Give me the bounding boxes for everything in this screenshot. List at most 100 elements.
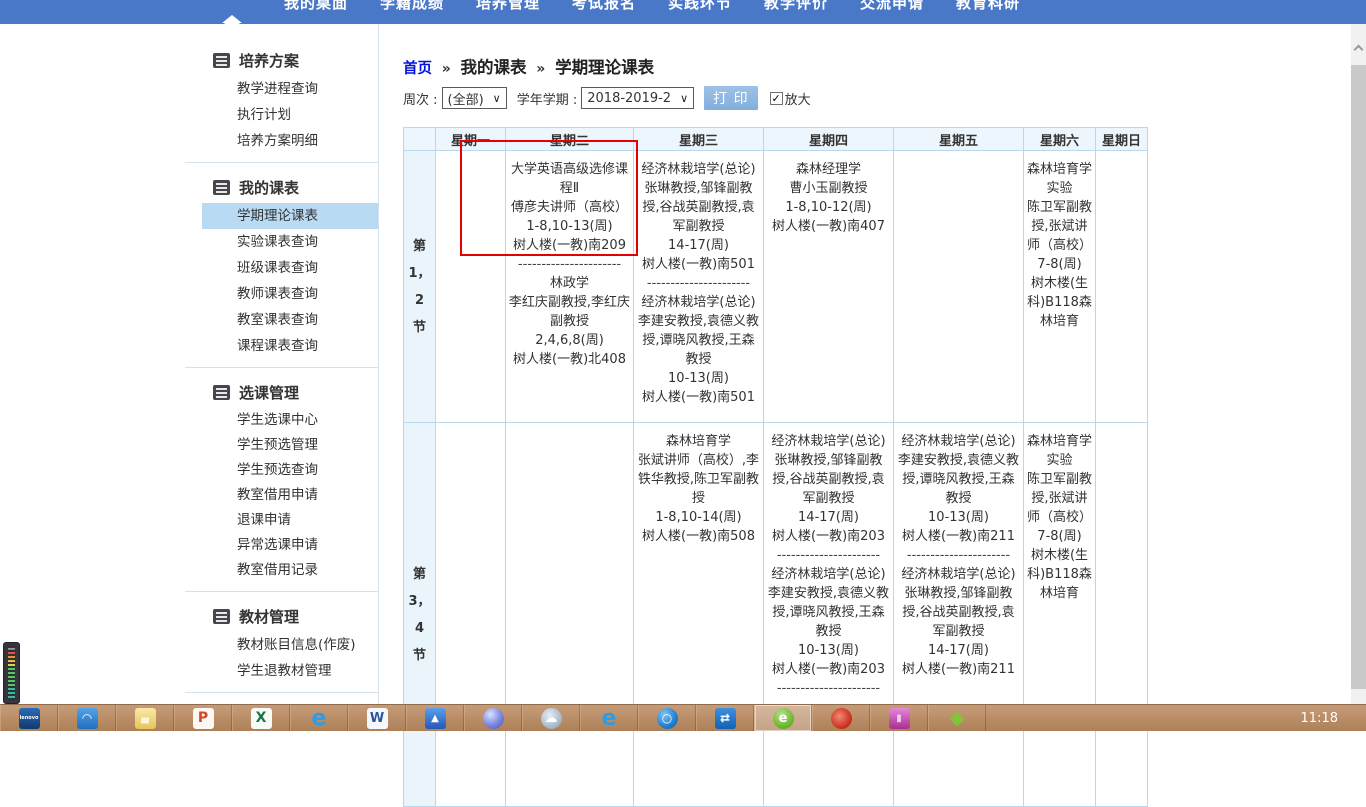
course-room: 树人楼(一教)南203 (766, 660, 891, 679)
taskbar-button-teamviewer[interactable]: ⇄ (696, 705, 754, 731)
sidebar-section-label: 培养方案 (239, 50, 299, 71)
sidebar-section-title[interactable]: 培养方案 (180, 44, 378, 76)
period-label-line: 3，4 (404, 588, 435, 642)
schedule-cell (1096, 423, 1148, 807)
taskbar-button-qq-browser[interactable]: ○ (638, 705, 696, 731)
sidebar-item-培养方案明细[interactable]: 培养方案明细 (180, 128, 378, 154)
sidebar-item-学生退教材管理[interactable]: 学生退教材管理 (180, 658, 378, 684)
course-divider: ---------------------- (636, 274, 761, 293)
taskbar-button-remote-tool[interactable]: ◠ (58, 705, 116, 731)
course-weeks: 10-13(周) (636, 369, 761, 388)
course-room: 树人楼(一教)南209 (508, 236, 631, 255)
schedule-cell: 经济林栽培学(总论)李建安教授,袁德义教授,谭晓风教授,王森教授10-13(周)… (894, 423, 1024, 807)
sidebar-section: 选课管理学生选课中心学生预选管理学生预选查询教室借用申请退课申请异常选课申请教室… (180, 376, 378, 583)
day-header-星期五: 星期五 (894, 128, 1024, 151)
sidebar-section-title[interactable]: 选课管理 (180, 376, 378, 408)
sidebar-item-学生预选管理[interactable]: 学生预选管理 (180, 433, 378, 458)
photos-icon: ▲ (425, 708, 446, 729)
taskbar-button-file-explorer[interactable]: ▄ (116, 705, 174, 731)
taskbar-button-lenovo[interactable]: lenovo (0, 705, 58, 731)
notebook-icon (213, 385, 230, 400)
week-select[interactable]: (全部) ∨ (442, 87, 507, 109)
sidebar-item-学期理论课表[interactable]: 学期理论课表 (202, 203, 378, 229)
period-label-line: 第 (404, 561, 435, 588)
notebook-icon (213, 180, 230, 195)
course-weeks: 14-17(周) (636, 236, 761, 255)
sidebar-item-实验课表查询[interactable]: 实验课表查询 (180, 229, 378, 255)
course-block: 经济林栽培学(总论)李建安教授,袁德义教授,谭晓风教授,王森教授10-13(周)… (636, 293, 761, 407)
sidebar-item-教室借用记录[interactable]: 教室借用记录 (180, 558, 378, 583)
sidebar-item-执行计划[interactable]: 执行计划 (180, 102, 378, 128)
course-block: 森林培育学张斌讲师（高校）,李铁华教授,陈卫军副教授1-8,10-14(周)树人… (636, 432, 761, 546)
chevron-down-icon: ∨ (493, 92, 501, 105)
course-teachers: 张琳教授,邹锋副教授,谷战英副教授,袁军副教授 (766, 451, 891, 508)
sidebar-item-班级课表查询[interactable]: 班级课表查询 (180, 255, 378, 281)
course-room: 树人楼(一教)南211 (896, 660, 1021, 679)
sidebar-item-教室课表查询[interactable]: 教室课表查询 (180, 307, 378, 333)
breadcrumb: 首页 » 我的课表 » 学期理论课表 (403, 54, 1149, 78)
taskbar-button-gem-app[interactable]: ◆ (928, 705, 986, 731)
sidebar-section-label: 我的课表 (239, 177, 299, 198)
home-icon[interactable] (222, 0, 241, 12)
chevron-down-icon: ∨ (680, 92, 688, 105)
taskbar-button-excel[interactable]: X (232, 705, 290, 731)
taskbar-button-browser-360[interactable]: e (754, 705, 812, 731)
taskbar-button-powerpoint[interactable]: P (174, 705, 232, 731)
main-content: 首页 » 我的课表 » 学期理论课表 周次 : (全部) ∨ 学年学期 : 20… (403, 24, 1149, 807)
day-header-星期日: 星期日 (1096, 128, 1148, 151)
word-icon: W (367, 708, 388, 729)
taskbar-button-ie[interactable]: e (290, 705, 348, 731)
day-header-星期六: 星期六 (1024, 128, 1096, 151)
taskbar-button-browser-sphere[interactable] (464, 705, 522, 731)
sidebar-menu: 培养方案教学进程查询执行计划培养方案明细我的课表学期理论课表实验课表查询班级课表… (180, 24, 379, 704)
sidebar-item-异常选课申请[interactable]: 异常选课申请 (180, 533, 378, 558)
ie-icon: e (309, 708, 330, 729)
sidebar-item-教学进程查询[interactable]: 教学进程查询 (180, 76, 378, 102)
scroll-up-icon[interactable] (1354, 45, 1364, 55)
course-block: 森林培育学实验陈卫军副教授,张斌讲师（高校）7-8(周)树木楼(生科)B118森… (1026, 432, 1093, 603)
taskbar-button-photos[interactable]: ▲ (406, 705, 464, 731)
sidebar-divider (185, 692, 378, 693)
sidebar-item-学生选课中心[interactable]: 学生选课中心 (180, 408, 378, 433)
course-teachers: 陈卫军副教授,张斌讲师（高校） (1026, 470, 1093, 527)
sidebar-item-课程课表查询[interactable]: 课程课表查询 (180, 333, 378, 359)
taskbar-button-ie-2[interactable]: e (580, 705, 638, 731)
vertical-scrollbar[interactable] (1351, 24, 1366, 718)
sidebar-item-教室借用申请[interactable]: 教室借用申请 (180, 483, 378, 508)
course-name: 经济林栽培学(总论) (636, 160, 761, 179)
sidebar-section-title[interactable]: 教材管理 (180, 600, 378, 632)
term-select[interactable]: 2018-2019-2 ∨ (581, 87, 694, 109)
course-weeks: 7-8(周) (1026, 255, 1093, 274)
sidebar-divider (185, 591, 378, 592)
nav-item-培养管理[interactable]: 培养管理 (460, 0, 556, 13)
nav-item-我的桌面[interactable]: 我的桌面 (268, 0, 364, 13)
taskbar-button-flower-app[interactable] (812, 705, 870, 731)
nav-item-考试报名[interactable]: 考试报名 (556, 0, 652, 13)
nav-item-交流申请[interactable]: 交流申请 (844, 0, 940, 13)
nav-item-教育科研[interactable]: 教育科研 (940, 0, 1036, 13)
course-room: 树人楼(一教)南407 (766, 217, 891, 236)
zoom-checkbox[interactable]: ✓ (770, 92, 783, 105)
sidebar-item-教师课表查询[interactable]: 教师课表查询 (180, 281, 378, 307)
sidebar-item-学生预选查询[interactable]: 学生预选查询 (180, 458, 378, 483)
nav-item-教学评价[interactable]: 教学评价 (748, 0, 844, 13)
nav-item-学籍成绩[interactable]: 学籍成绩 (364, 0, 460, 13)
teamviewer-icon: ⇄ (715, 708, 736, 729)
sidebar-item-教材账目信息(作废)[interactable]: 教材账目信息(作废) (180, 632, 378, 658)
print-button[interactable]: 打 印 (704, 86, 757, 110)
cloud-app-icon: ☁ (541, 708, 562, 729)
breadcrumb-home-link[interactable]: 首页 (403, 61, 432, 77)
course-room: 树木楼(生科)B118森林培育 (1026, 546, 1093, 603)
notebook-icon (213, 53, 230, 68)
scrollbar-thumb[interactable] (1351, 65, 1366, 689)
timetable-corner-cell (404, 128, 436, 151)
taskbar-button-cloud-app[interactable]: ☁ (522, 705, 580, 731)
taskbar-button-word[interactable]: W (348, 705, 406, 731)
sidebar-item-退课申请[interactable]: 退课申请 (180, 508, 378, 533)
taskbar-button-database-app[interactable]: ▮ (870, 705, 928, 731)
sidebar-section-title[interactable]: 我的课表 (180, 171, 378, 203)
breadcrumb-separator: » (532, 61, 549, 77)
breadcrumb-separator: » (438, 61, 455, 77)
nav-item-实践环节[interactable]: 实践环节 (652, 0, 748, 13)
period-label: 第3，4节 (404, 423, 436, 807)
